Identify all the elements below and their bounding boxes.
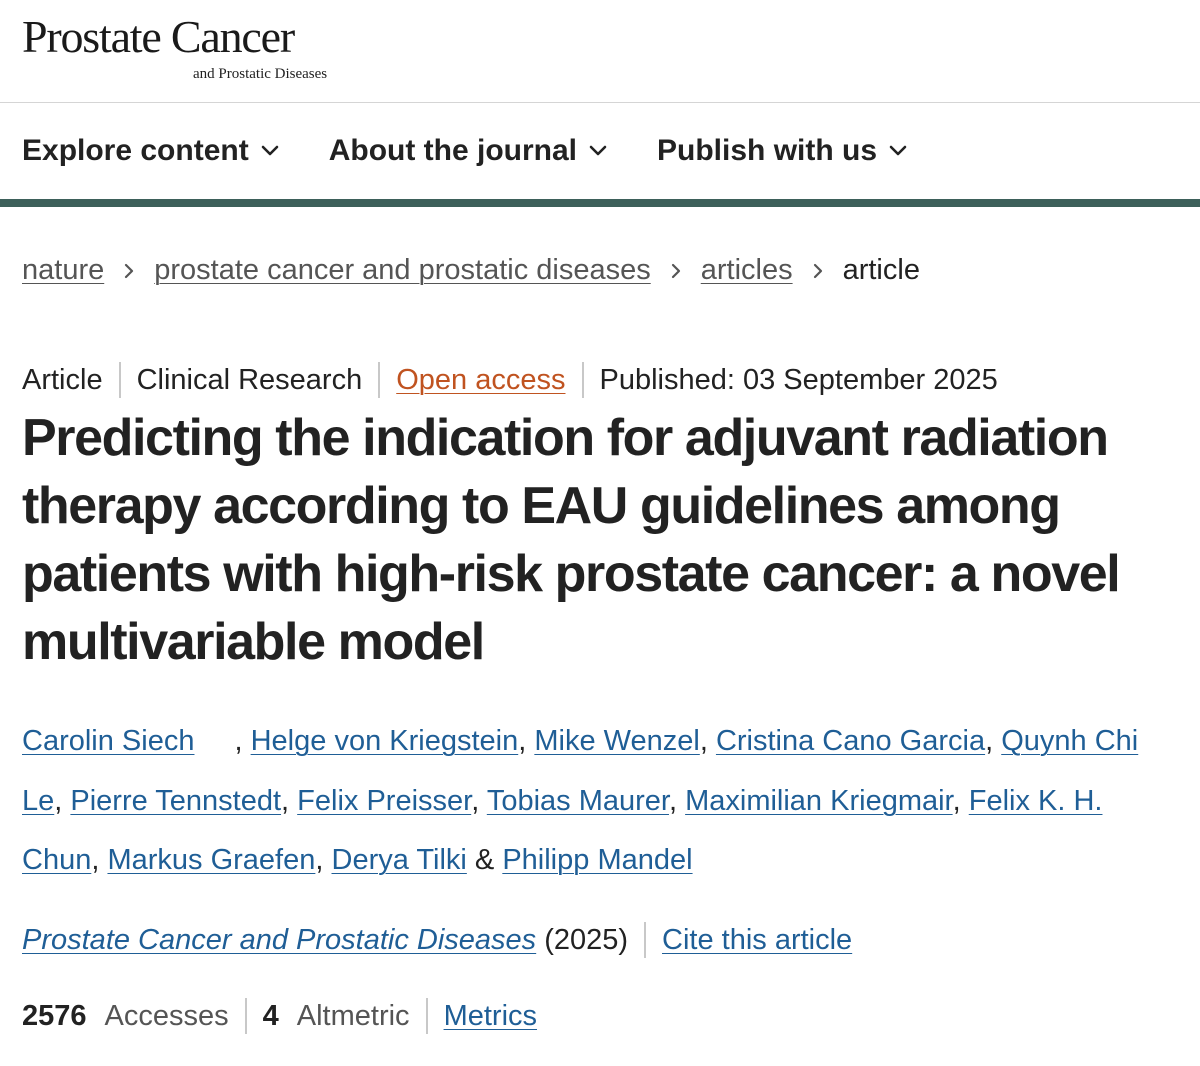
author-link[interactable]: Pierre Tennstedt xyxy=(70,785,281,817)
author-separator: , xyxy=(234,725,251,757)
nav-about-journal[interactable]: About the journal xyxy=(329,134,607,168)
journal-link[interactable]: Prostate Cancer and Prostatic Diseases xyxy=(22,924,536,957)
meta-divider xyxy=(425,998,428,1034)
breadcrumb-current: article xyxy=(842,254,920,286)
author-link[interactable]: Cristina Cano Garcia xyxy=(716,725,985,757)
author-link[interactable]: Derya Tilki xyxy=(332,844,467,876)
meta-divider xyxy=(118,362,121,398)
open-access-link[interactable]: Open access xyxy=(396,364,565,397)
accesses-count: 2576 xyxy=(22,999,87,1032)
article-metrics: 2576 Accesses 4 Altmetric Metrics xyxy=(22,998,537,1034)
author-separator: , xyxy=(668,784,686,817)
nav-item-label: Publish with us xyxy=(657,134,878,167)
site-header: Prostate Cancer and Prostatic Diseases xyxy=(0,0,1200,103)
author-link[interactable]: Philipp Mandel xyxy=(502,844,692,876)
altmetric-count: 4 xyxy=(262,999,279,1032)
author-separator: , xyxy=(91,844,108,876)
author-link[interactable]: Tobias Maurer xyxy=(487,785,669,817)
author-separator: , xyxy=(952,784,969,817)
chevron-down-icon xyxy=(589,144,607,158)
author-separator: & xyxy=(466,844,503,876)
author-separator: , xyxy=(985,725,1002,757)
meta-divider xyxy=(378,362,381,398)
main-nav: Explore content About the journal Publis… xyxy=(0,103,1200,207)
author-link[interactable]: Markus Graefen xyxy=(107,844,315,876)
author-separator: , xyxy=(518,725,535,757)
author-separator: , xyxy=(54,784,71,817)
author-link[interactable]: Carolin Siech xyxy=(22,725,194,757)
cite-article-link[interactable]: Cite this article xyxy=(662,924,852,957)
altmetric-label: Altmetric xyxy=(296,999,410,1032)
nav-explore-content[interactable]: Explore content xyxy=(22,134,279,168)
article-title: Predicting the indication for adjuvant r… xyxy=(22,409,1121,671)
meta-divider xyxy=(581,362,584,398)
meta-divider xyxy=(644,922,647,958)
breadcrumb-journal[interactable]: prostate cancer and prostatic diseases xyxy=(154,254,651,287)
nav-item-label: Explore content xyxy=(22,134,249,167)
author-link[interactable]: Mike Wenzel xyxy=(534,725,699,757)
chevron-right-icon xyxy=(669,261,683,281)
author-link[interactable]: Felix Preisser xyxy=(297,785,471,817)
metrics-link[interactable]: Metrics xyxy=(444,1000,537,1033)
author-link[interactable]: Maximilian Kriegmair xyxy=(685,785,953,817)
breadcrumb-articles[interactable]: articles xyxy=(701,254,793,287)
author-separator: , xyxy=(699,725,716,757)
author-separator: , xyxy=(281,784,298,817)
author-separator: , xyxy=(471,784,487,817)
nav-publish-with-us[interactable]: Publish with us xyxy=(657,134,907,168)
nav-item-label: About the journal xyxy=(328,134,578,167)
citation-line: Prostate Cancer and Prostatic Diseases (… xyxy=(22,922,852,958)
chevron-down-icon xyxy=(261,144,279,158)
meta-divider xyxy=(244,998,247,1034)
author-link[interactable]: Helge von Kriegstein xyxy=(251,725,519,757)
article-meta: Article Clinical Research Open access Pu… xyxy=(22,362,998,398)
accesses-label: Accesses xyxy=(104,999,229,1032)
breadcrumb-nature[interactable]: nature xyxy=(22,254,104,287)
journal-logo-subtitle: and Prostatic Diseases xyxy=(193,66,328,82)
chevron-right-icon xyxy=(122,261,136,281)
chevron-right-icon xyxy=(811,261,825,281)
author-list: Carolin Siech, Helge von Kriegstein, Mik… xyxy=(22,712,1182,891)
breadcrumb: nature prostate cancer and prostatic dis… xyxy=(22,254,920,287)
article-category: Clinical Research xyxy=(136,363,363,396)
publication-year: (2025) xyxy=(544,923,629,956)
published-date: Published: 03 September 2025 xyxy=(599,363,998,396)
article-type: Article xyxy=(22,363,103,396)
author-separator: , xyxy=(315,844,332,876)
journal-logo-title[interactable]: Prostate Cancer xyxy=(22,10,295,63)
chevron-down-icon xyxy=(889,144,907,158)
